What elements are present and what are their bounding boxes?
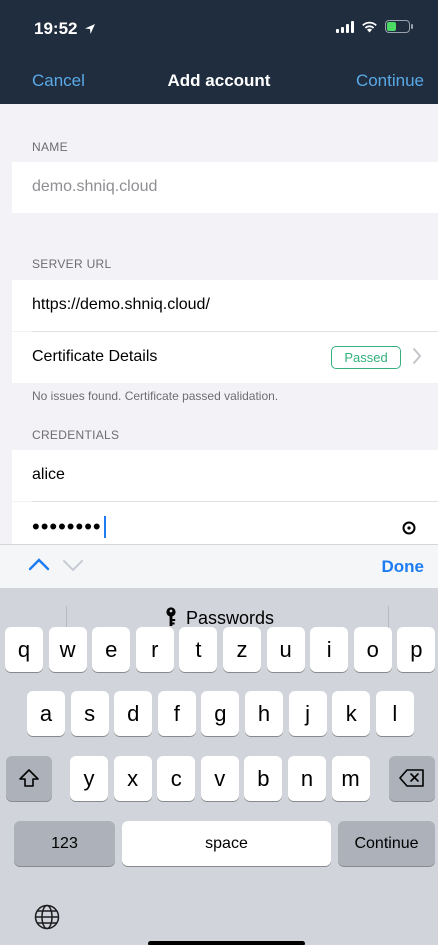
password-dots: •••••••• <box>32 514 102 539</box>
globe-icon[interactable] <box>34 904 60 930</box>
password-field[interactable]: •••••••• <box>12 502 438 544</box>
key-x[interactable]: x <box>113 756 152 801</box>
continue-button[interactable]: Continue <box>356 71 424 91</box>
server-url-value: https://demo.shniq.cloud/ <box>32 296 210 313</box>
key-t[interactable]: t <box>179 627 218 672</box>
chevron-right-icon <box>413 348 422 364</box>
return-continue-key[interactable]: Continue <box>338 821 435 866</box>
section-label-credentials: CREDENTIALS <box>32 428 120 442</box>
text-cursor <box>103 516 106 538</box>
passwords-label: Passwords <box>185 608 275 628</box>
certificate-note: No issues found. Certificate passed vali… <box>32 389 279 403</box>
password-reveal-icon[interactable] <box>402 521 416 535</box>
key-w[interactable]: w <box>48 627 87 672</box>
certificate-status-badge: Passed <box>331 346 401 369</box>
key-n[interactable]: n <box>288 756 326 801</box>
shift-key[interactable] <box>6 756 52 801</box>
key-r[interactable]: r <box>135 627 174 672</box>
section-label-server: SERVER URL <box>32 257 112 271</box>
shift-arrow-icon <box>19 769 39 787</box>
name-value: demo.shniq.cloud <box>32 178 158 195</box>
key-icon <box>166 607 176 626</box>
next-field-chevron-down-icon[interactable] <box>62 559 84 573</box>
name-field[interactable]: demo.shniq.cloud <box>12 162 438 213</box>
password-value: •••••••• <box>32 514 106 540</box>
location-arrow-icon <box>85 24 96 34</box>
key-m[interactable]: m <box>331 756 370 801</box>
key-q[interactable]: q <box>5 627 43 672</box>
passwords-suggestion[interactable]: Passwords <box>0 607 438 629</box>
status-time: 19:52 <box>34 19 96 39</box>
space-key[interactable]: space <box>122 821 331 866</box>
key-o[interactable]: o <box>353 627 392 672</box>
home-indicator <box>148 941 305 945</box>
backspace-icon <box>399 769 424 787</box>
key-g[interactable]: g <box>201 691 240 736</box>
key-f[interactable]: f <box>157 691 196 736</box>
key-y[interactable]: y <box>70 756 108 801</box>
username-field[interactable]: alice <box>12 450 438 501</box>
time-text: 19:52 <box>34 19 78 38</box>
key-a[interactable]: a <box>27 691 65 736</box>
keyboard: Passwords qwertzuiop asdfghjkl yxcvbnm 1… <box>0 588 438 945</box>
key-k[interactable]: k <box>332 691 371 736</box>
key-i[interactable]: i <box>310 627 349 672</box>
key-d[interactable]: d <box>114 691 153 736</box>
previous-field-chevron-up-icon[interactable] <box>28 557 50 571</box>
key-b[interactable]: b <box>244 756 283 801</box>
signal-icon <box>336 20 354 33</box>
username-value: alice <box>32 466 65 483</box>
done-button[interactable]: Done <box>382 557 425 577</box>
key-l[interactable]: l <box>375 691 414 736</box>
nav-bar: Cancel Add account Continue <box>0 54 438 104</box>
key-e[interactable]: e <box>92 627 131 672</box>
key-z[interactable]: z <box>223 627 261 672</box>
certificate-details-row[interactable]: Certificate Details Passed <box>12 332 438 383</box>
battery-icon <box>385 20 413 33</box>
key-p[interactable]: p <box>397 627 436 672</box>
wifi-icon <box>362 21 377 32</box>
key-j[interactable]: j <box>288 691 327 736</box>
key-s[interactable]: s <box>70 691 109 736</box>
key-c[interactable]: c <box>157 756 196 801</box>
server-url-field[interactable]: https://demo.shniq.cloud/ <box>12 280 438 331</box>
numbers-key[interactable]: 123 <box>14 821 115 866</box>
certificate-details-label: Certificate Details <box>32 348 158 365</box>
status-icons <box>336 20 413 33</box>
key-v[interactable]: v <box>200 756 239 801</box>
status-bar: 19:52 <box>0 0 438 54</box>
section-label-name: NAME <box>32 140 68 154</box>
key-u[interactable]: u <box>266 627 305 672</box>
account-form: NAME demo.shniq.cloud SERVER URL https:/… <box>0 104 438 544</box>
key-h[interactable]: h <box>245 691 283 736</box>
delete-key[interactable] <box>389 756 435 801</box>
keyboard-accessory-bar: Done <box>0 544 438 588</box>
